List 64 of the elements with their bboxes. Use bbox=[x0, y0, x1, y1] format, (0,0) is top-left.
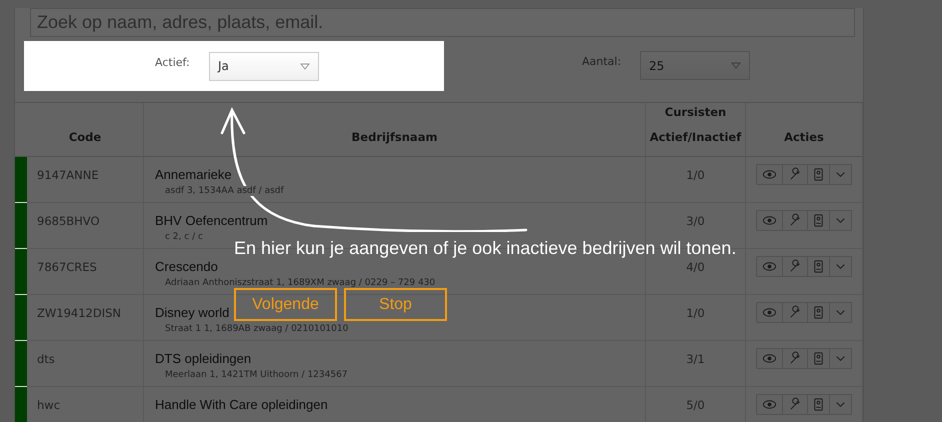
company-address: asdf 3, 1534AA asdf / asdf bbox=[165, 186, 284, 196]
column-header: Bedrijfsnaam bbox=[144, 103, 646, 157]
filter-label: Actief: bbox=[155, 56, 191, 68]
chevron-down-button[interactable] bbox=[830, 210, 852, 231]
company-name: Handle With Care opleidingen bbox=[155, 397, 328, 412]
company-name: BHV Oefencentrum bbox=[155, 213, 268, 228]
tour-button[interactable]: Stop bbox=[344, 288, 447, 321]
wrench-button[interactable] bbox=[783, 210, 808, 231]
tour-message: En hier kun je aangeven of je ook inactieve bedrijven wil tonen. bbox=[234, 238, 736, 259]
students-cell: 1/0 bbox=[646, 295, 746, 341]
company-address: Meerlaan 1, 1421TM Uithoorn / 1234567 bbox=[165, 370, 348, 380]
eye-button[interactable] bbox=[756, 348, 783, 369]
wrench-button[interactable] bbox=[783, 164, 808, 185]
contact-card-button[interactable] bbox=[808, 210, 830, 231]
company-name: Crescendo bbox=[155, 259, 218, 274]
eye-button[interactable] bbox=[756, 256, 783, 277]
company-address: Adriaan Anthoniszstraat 1, 1689XM zwaag / 0229 – 729 430 bbox=[165, 278, 436, 288]
contact-card-button[interactable] bbox=[808, 164, 830, 185]
column-header: Acties bbox=[746, 103, 863, 157]
contact-card-button[interactable] bbox=[808, 394, 830, 415]
column-header: Cursisten Actief/Inactief bbox=[646, 103, 746, 157]
column-header: Code bbox=[27, 103, 144, 157]
code-cell: 9147ANNE bbox=[27, 157, 144, 203]
wrench-button[interactable] bbox=[783, 394, 808, 415]
students-cell: 1/0 bbox=[646, 157, 746, 203]
code-cell: hwc bbox=[27, 387, 144, 422]
students-cell: 5/0 bbox=[646, 387, 746, 422]
wrench-icon bbox=[788, 213, 802, 228]
filter-label: Aantal: bbox=[582, 55, 622, 68]
contact-card-button[interactable] bbox=[808, 256, 830, 277]
count-select[interactable]: 25 bbox=[640, 51, 750, 80]
active-select[interactable]: Ja bbox=[209, 52, 319, 80]
contact-card-button[interactable] bbox=[808, 302, 830, 323]
company-name: Annemarieke bbox=[155, 167, 232, 182]
wrench-icon bbox=[788, 397, 802, 412]
dropdown-arrow-icon bbox=[300, 62, 310, 70]
chevron-down-button[interactable] bbox=[830, 256, 852, 277]
company-address: Straat 1 1, 1689AB zwaag / 0210101010 bbox=[165, 324, 348, 334]
wrench-icon bbox=[788, 305, 802, 320]
wrench-icon bbox=[788, 167, 802, 182]
eye-button[interactable] bbox=[756, 302, 783, 323]
dropdown-arrow-icon bbox=[731, 62, 741, 69]
code-cell: 7867CRES bbox=[27, 249, 144, 295]
company-name: Disney world bbox=[155, 305, 230, 320]
code-cell: ZW19412DISN bbox=[27, 295, 144, 341]
eye-button[interactable] bbox=[756, 210, 783, 231]
company-name: DTS opleidingen bbox=[155, 351, 252, 366]
chevron-down-button[interactable] bbox=[830, 394, 852, 415]
wrench-button[interactable] bbox=[783, 256, 808, 277]
wrench-button[interactable] bbox=[783, 348, 808, 369]
wrench-button[interactable] bbox=[783, 302, 808, 323]
students-cell: 3/1 bbox=[646, 341, 746, 387]
eye-button[interactable] bbox=[756, 394, 783, 415]
chevron-down-button[interactable] bbox=[830, 348, 852, 369]
chevron-down-button[interactable] bbox=[830, 164, 852, 185]
eye-button[interactable] bbox=[756, 164, 783, 185]
chevron-down-button[interactable] bbox=[830, 302, 852, 323]
wrench-icon bbox=[788, 351, 802, 366]
code-cell: dts bbox=[27, 341, 144, 387]
company-address: c 2, c / c bbox=[165, 232, 203, 242]
tour-button[interactable]: Volgende bbox=[234, 288, 337, 321]
contact-card-button[interactable] bbox=[808, 348, 830, 369]
wrench-icon bbox=[788, 259, 802, 274]
code-cell: 9685BHVO bbox=[27, 203, 144, 249]
